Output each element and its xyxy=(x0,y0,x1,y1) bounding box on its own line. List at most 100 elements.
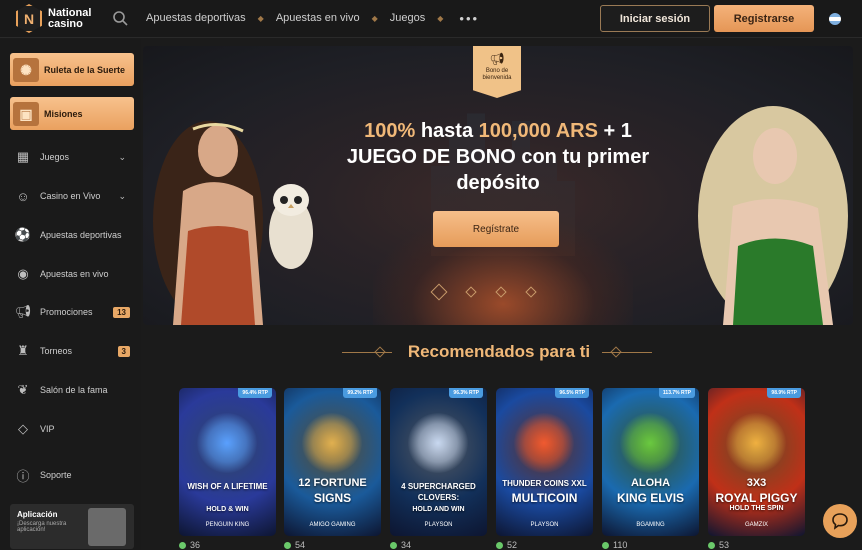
divider-line xyxy=(602,352,652,353)
app-subtitle: ¡Descarga nuestra aplicación! xyxy=(17,521,67,533)
hero-title: 100% hasta 100,000 ARS + 1 JUEGO DE BONO … xyxy=(346,120,650,194)
app-download-banner[interactable]: Aplicación ¡Descarga nuestra aplicación! xyxy=(10,504,134,549)
brand-logo[interactable]: N National casino xyxy=(16,4,91,33)
user-icon xyxy=(284,541,291,549)
game-card[interactable]: 96.5% RTP THUNDER COINS XXL MULTICOIN PL… xyxy=(496,388,593,536)
more-menu-icon[interactable]: ••• xyxy=(459,12,479,25)
user-icon xyxy=(708,541,715,549)
players-count: 110 xyxy=(602,540,627,550)
game-provider: AMIGO GAMING xyxy=(309,522,356,528)
sidebar-item-salon-de-la-fama[interactable]: ❦ Salón de la fama xyxy=(14,380,134,400)
carousel-dot[interactable] xyxy=(495,286,507,298)
sidebar-item-label: Casino en Vivo xyxy=(40,191,101,201)
game-card[interactable]: 96.3% RTP 4 SUPERCHARGED CLOVERS: HOLD A… xyxy=(390,388,487,536)
live-signal-icon: ◉ xyxy=(17,266,29,281)
sidebar-item-torneos[interactable]: ♜ Torneos 3 xyxy=(14,341,134,361)
live-casino-icon: ☺ xyxy=(16,188,30,204)
welcome-bonus-tag: 📢︎ Bono de bienvenida xyxy=(473,46,521,98)
laurel-icon: ❦ xyxy=(17,382,29,397)
wheel-icon: ✺ xyxy=(13,58,39,82)
rtp-badge: 99.2% RTP xyxy=(343,388,377,398)
language-flag-icon[interactable] xyxy=(829,13,841,25)
games-icon: ▦ xyxy=(16,149,30,164)
rtp-badge: 113.7% RTP xyxy=(658,388,695,398)
sidebar-item-apuestas-deportivas[interactable]: ⚽ Apuestas deportivas xyxy=(14,225,134,245)
sidebar-item-label: VIP xyxy=(40,424,55,434)
game-title: THUNDER COINS XXL xyxy=(502,479,587,488)
game-art-image xyxy=(302,413,362,473)
game-title: 3X3 xyxy=(746,477,767,489)
nav-juegos[interactable]: Juegos xyxy=(390,12,425,24)
sidebar-item-vip[interactable]: ◇ VIP xyxy=(14,419,134,439)
rtp-badge: 96.4% RTP xyxy=(238,388,272,398)
game-title-2: SIGNS xyxy=(313,491,352,505)
login-button[interactable]: Iniciar sesión xyxy=(600,5,710,32)
players-count: 52 xyxy=(496,540,517,550)
sidebar-item-label: Juegos xyxy=(40,152,70,162)
game-provider: GAMZIX xyxy=(744,522,768,528)
game-provider: PENGUIN KING xyxy=(205,522,250,528)
sidebar-item-label: Torneos xyxy=(40,346,73,356)
game-title-2: ROYAL PIGGY xyxy=(715,491,798,505)
user-icon xyxy=(390,541,397,549)
top-nav: Apuestas deportivas ◆ Apuestas en vivo ◆… xyxy=(146,12,479,25)
nav-separator-icon: ◆ xyxy=(437,13,444,23)
game-art-image xyxy=(197,413,257,473)
chest-icon: ▣ xyxy=(13,102,39,126)
chevron-down-icon: ⌄ xyxy=(118,151,126,162)
chevron-down-icon: ⌄ xyxy=(118,190,126,201)
user-icon xyxy=(496,541,503,549)
nav-separator-icon: ◆ xyxy=(371,13,378,23)
nav-apuestas-deportivas[interactable]: Apuestas deportivas xyxy=(146,12,246,24)
rtp-badge: 96.5% RTP xyxy=(555,388,589,398)
game-provider: BGAMING xyxy=(636,522,665,528)
carousel-dot[interactable] xyxy=(525,286,537,298)
game-card[interactable]: 98.9% RTP 3X3 ROYAL PIGGY HOLD THE SPIN … xyxy=(708,388,805,536)
hero-character-right-image xyxy=(698,106,848,325)
sidebar-item-label: Promociones xyxy=(40,307,93,317)
megaphone-icon: 📢︎ xyxy=(14,304,32,319)
logo-badge-icon: N xyxy=(16,4,42,33)
chat-icon[interactable] xyxy=(823,504,857,538)
soccer-ball-icon: ⚽ xyxy=(14,227,32,242)
game-tag: HOLD THE SPIN xyxy=(729,505,784,512)
game-provider: PLAYSON xyxy=(530,522,559,528)
welcome-bonus-label: Bono de bienvenida xyxy=(482,68,512,81)
game-card[interactable]: 113.7% RTP ALOHA KING ELVIS BGAMING xyxy=(602,388,699,536)
sidebar-item-label: Apuestas en vivo xyxy=(40,269,109,279)
torneos-count-badge: 3 xyxy=(117,345,130,357)
game-card[interactable]: 96.4% RTP WISH OF A LIFETIME HOLD & WIN … xyxy=(179,388,276,536)
sidebar-promo-misiones[interactable]: ▣ Misiones xyxy=(10,97,134,130)
sidebar-item-casino-en-vivo[interactable]: ☺ Casino en Vivo ⌄ xyxy=(14,186,134,206)
sidebar-item-promociones[interactable]: 📢︎ Promociones 13 xyxy=(14,302,134,322)
sidebar-item-soporte[interactable]: ⓘ Soporte xyxy=(14,465,134,485)
promociones-count-badge: 13 xyxy=(113,306,130,318)
game-provider: PLAYSON xyxy=(424,522,453,528)
user-icon xyxy=(602,541,609,549)
hero-banner: 📢︎ Bono de bienvenida 100% hasta 100,000… xyxy=(143,46,853,325)
hero-register-button[interactable]: Regístrate xyxy=(433,211,559,247)
players-count: 54 xyxy=(284,540,305,550)
sidebar-item-juegos[interactable]: ▦ Juegos ⌄ xyxy=(14,147,134,167)
diamond-icon: ◇ xyxy=(18,421,28,436)
phone-image xyxy=(88,508,126,546)
sidebar-item-label: Soporte xyxy=(40,470,72,480)
tournament-icon: ♜ xyxy=(17,343,29,358)
top-header: N National casino Apuestas deportivas ◆ A… xyxy=(0,0,862,38)
nav-apuestas-en-vivo[interactable]: Apuestas en vivo xyxy=(276,12,360,24)
carousel-dot[interactable] xyxy=(465,286,477,298)
sidebar-promo-label: Ruleta de la Suerte xyxy=(44,64,126,75)
game-card[interactable]: 99.2% RTP 12 FORTUNE SIGNS AMIGO GAMING xyxy=(284,388,381,536)
game-title: WISH OF A LIFETIME xyxy=(187,482,268,491)
game-tag: HOLD AND WIN xyxy=(412,506,465,513)
sidebar-promo-ruleta[interactable]: ✺ Ruleta de la Suerte xyxy=(10,53,134,86)
sidebar-item-apuestas-en-vivo[interactable]: ◉ Apuestas en vivo xyxy=(14,264,134,284)
game-title: ALOHA xyxy=(630,477,671,489)
search-icon[interactable] xyxy=(112,10,128,26)
game-art-image xyxy=(408,413,468,473)
logo-text: National casino xyxy=(48,6,92,30)
game-art-image xyxy=(620,413,680,473)
register-button[interactable]: Registrarse xyxy=(714,5,814,32)
nav-separator-icon: ◆ xyxy=(257,13,264,23)
sidebar-item-label: Apuestas deportivas xyxy=(40,230,122,240)
